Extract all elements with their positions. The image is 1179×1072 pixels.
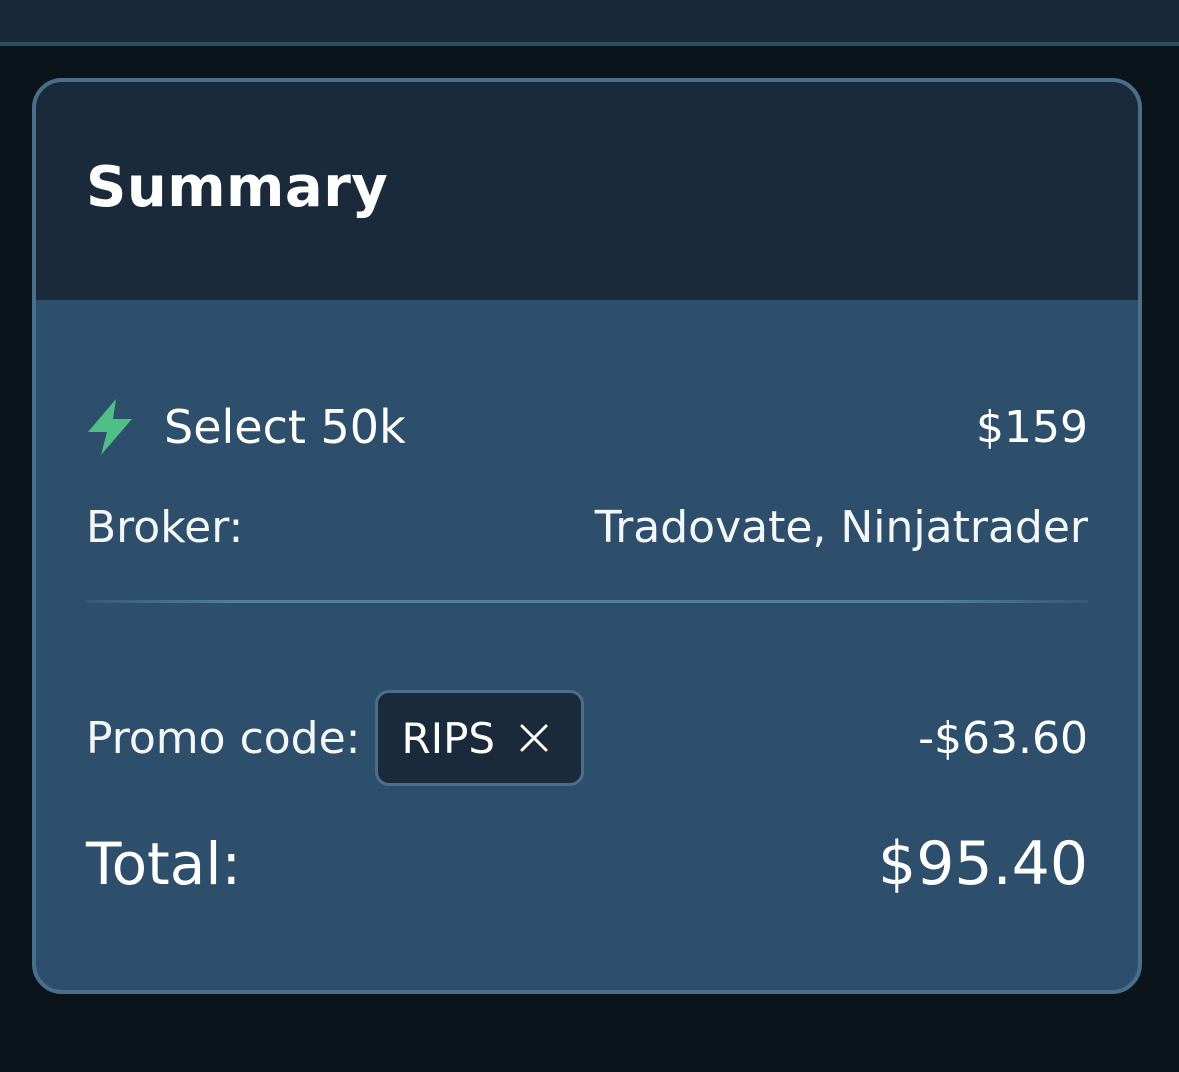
- promo-label: Promo code:: [86, 712, 361, 764]
- product-info: Select 50k: [86, 399, 406, 455]
- total-label: Total:: [86, 830, 241, 898]
- product-row: Select 50k $159: [86, 392, 1088, 462]
- broker-row: Broker: Tradovate, Ninjatrader: [86, 492, 1088, 562]
- close-icon[interactable]: [519, 723, 549, 753]
- product-name: Select 50k: [164, 400, 406, 454]
- promo-discount: -$63.60: [918, 712, 1088, 764]
- promo-row: Promo code: RIPS -$63.60: [86, 687, 1088, 789]
- promo-code-chip: RIPS: [374, 690, 585, 786]
- promo-code: RIPS: [401, 713, 496, 763]
- total-row: Total: $95.40: [86, 824, 1088, 904]
- summary-title: Summary: [86, 155, 389, 220]
- top-bar: [0, 0, 1179, 46]
- summary-header: Summary: [36, 82, 1138, 300]
- broker-label: Broker:: [86, 501, 244, 553]
- product-price: $159: [976, 401, 1088, 453]
- lightning-bolt-icon: [88, 399, 132, 455]
- promo-group: Promo code: RIPS: [86, 690, 585, 786]
- divider: [86, 600, 1088, 603]
- broker-value: Tradovate, Ninjatrader: [594, 501, 1088, 553]
- summary-card: Summary Select 50k $159 Broker: Tradovat…: [32, 78, 1142, 994]
- total-value: $95.40: [878, 829, 1088, 899]
